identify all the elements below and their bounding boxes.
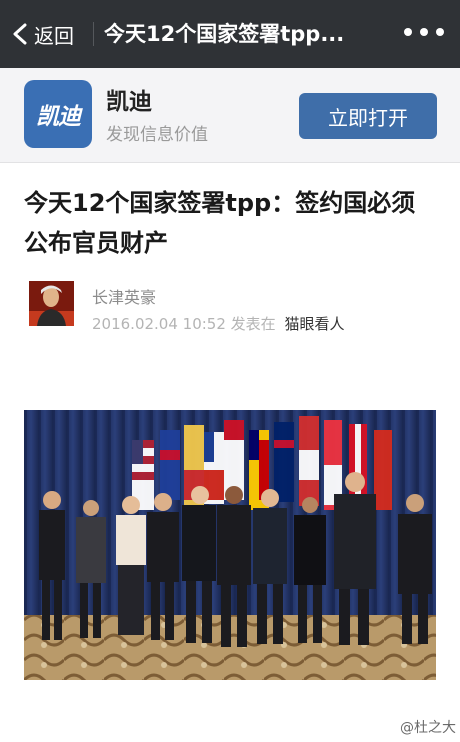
publish-date: 2016.02.04 10:52	[92, 315, 226, 333]
app-promo-banner: 凯迪 凯迪 发现信息价值 立即打开	[0, 68, 460, 163]
article-meta: 2016.02.04 10:52 发表在 猫眼看人	[92, 313, 344, 334]
watermark: @杜之大	[400, 720, 456, 736]
chevron-left-icon	[13, 23, 27, 45]
open-app-button[interactable]: 立即打开	[299, 93, 437, 139]
more-dots-icon[interactable]	[404, 28, 444, 40]
nav-divider	[93, 22, 94, 46]
app-logo: 凯迪	[24, 80, 92, 148]
back-label: 返回	[34, 23, 74, 48]
article-photo[interactable]	[24, 410, 436, 680]
published-in-label: 发表在	[230, 315, 276, 333]
article-title: 今天12个国家签署tpp：签约国必须公布官员财产	[24, 189, 416, 257]
page-title: 今天12个国家签署tpp...	[104, 22, 345, 46]
group-photo-image	[24, 410, 436, 680]
app-slogan: 发现信息价值	[106, 125, 208, 145]
back-button[interactable]: 返回	[12, 18, 74, 50]
navigation-bar: 返回 今天12个国家签署tpp...	[0, 0, 460, 68]
avatar[interactable]	[29, 281, 74, 326]
author-portrait	[29, 281, 74, 326]
publisher-link[interactable]: 猫眼看人	[284, 315, 344, 333]
app-logo-text: 凯迪	[36, 103, 81, 130]
author-name[interactable]: 长津英豪	[92, 284, 156, 308]
app-name: 凯迪	[106, 89, 152, 115]
